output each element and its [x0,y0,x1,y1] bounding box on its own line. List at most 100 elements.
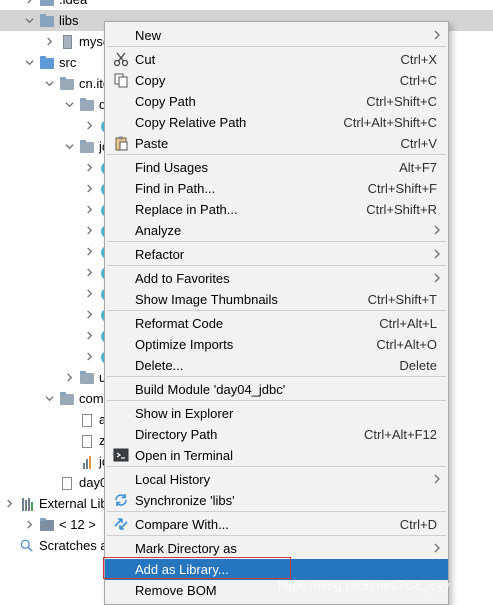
menu-separator [107,154,446,155]
chevron-down-icon[interactable] [64,141,74,151]
chevron-right-icon[interactable] [84,120,94,130]
menu-item-optimize-imports[interactable]: Optimize Imports Ctrl+Alt+O [105,334,448,355]
terminal-icon [113,447,129,463]
chevron-right-icon[interactable] [84,330,94,340]
menu-item-label: Copy [135,73,166,88]
menu-item-copy-relative-path[interactable]: Copy Relative Path Ctrl+Alt+Shift+C [105,112,448,133]
menu-separator [107,46,446,47]
chevron-right-icon[interactable] [4,498,14,508]
menu-item-shortcut: Ctrl+Shift+F [367,181,437,196]
menu-item-show-in-explorer[interactable]: Show in Explorer [105,403,448,424]
chevron-down-icon[interactable] [24,15,34,25]
scissors-icon [113,51,129,67]
menu-item-label: Delete... [135,358,184,373]
package-icon [59,391,75,407]
menu-item-label: Copy Relative Path [135,115,247,130]
menu-item-label: Show in Explorer [135,406,234,421]
package-icon [79,370,95,386]
menu-separator [107,400,446,401]
menu-item-analyze[interactable]: Analyze [105,220,448,241]
chevron-down-icon[interactable] [24,57,34,67]
menu-item-shortcut: Ctrl+D [399,517,437,532]
menu-item-shortcut: Ctrl+Alt+L [379,316,437,331]
package-icon [79,139,95,155]
menu-item-refactor[interactable]: Refactor [105,244,448,265]
chevron-right-icon[interactable] [84,351,94,361]
menu-item-find-usages[interactable]: Find Usages Alt+F7 [105,157,448,178]
chevron-down-icon[interactable] [44,393,54,403]
menu-item-label: Add to Favorites [135,271,230,286]
menu-item-label: Compare With... [135,517,229,532]
menu-item-shortcut: Ctrl+Shift+R [366,202,437,217]
menu-item-label: Synchronize 'libs' [135,493,235,508]
tree-node[interactable]: .idea [0,0,493,10]
libraries-icon [19,496,35,512]
menu-item-label: Open in Terminal [135,448,234,463]
paste-icon [113,135,129,151]
menu-item-label: Find in Path... [135,181,216,196]
menu-separator [107,466,446,467]
chevron-right-icon[interactable] [84,225,94,235]
menu-item-reformat-code[interactable]: Reformat Code Ctrl+Alt+L [105,313,448,334]
copy-icon [113,72,129,88]
menu-item-compare-with[interactable]: Compare With... Ctrl+D [105,514,448,535]
menu-item-show-image-thumbnails[interactable]: Show Image Thumbnails Ctrl+Shift+T [105,289,448,310]
menu-item-copy-path[interactable]: Copy Path Ctrl+Shift+C [105,91,448,112]
menu-item-label: Add as Library... [135,562,229,577]
chevron-right-icon[interactable] [84,204,94,214]
menu-item-open-in-terminal[interactable]: Open in Terminal [105,445,448,466]
chevron-down-icon[interactable] [64,99,74,109]
tree-node-label: < 12 > [59,517,96,532]
menu-item-build-module-day04-jdbc[interactable]: Build Module 'day04_jdbc' [105,379,448,400]
menu-item-label: Replace in Path... [135,202,238,217]
menu-item-shortcut: Ctrl+Shift+T [367,292,437,307]
menu-item-shortcut: Ctrl+Alt+F12 [364,427,437,442]
chevron-right-icon[interactable] [84,267,94,277]
menu-item-mark-directory-as[interactable]: Mark Directory as [105,538,448,559]
menu-item-synchronize-libs[interactable]: Synchronize 'libs' [105,490,448,511]
submenu-arrow-icon [432,542,442,554]
menu-item-find-in-path[interactable]: Find in Path... Ctrl+Shift+F [105,178,448,199]
menu-item-add-as-library[interactable]: Add as Library... [105,559,448,580]
chevron-right-icon[interactable] [44,36,54,46]
tree-node-label: src [59,55,77,70]
chevron-right-icon[interactable] [84,246,94,256]
menu-item-label: Copy Path [135,94,196,109]
chevron-right-icon[interactable] [24,519,34,529]
submenu-arrow-icon [432,248,442,260]
submenu-arrow-icon [432,224,442,236]
menu-item-cut[interactable]: Cut Ctrl+X [105,49,448,70]
context-menu: New Cut Ctrl+X Copy Ctrl+C Copy Path Ctrl+Shif… [104,21,449,605]
folder-icon [39,0,55,8]
menu-item-add-to-favorites[interactable]: Add to Favorites [105,268,448,289]
menu-item-label: Paste [135,136,169,151]
menu-item-shortcut: Ctrl+V [400,136,437,151]
menu-item-paste[interactable]: Paste Ctrl+V [105,133,448,154]
menu-item-directory-path[interactable]: Directory Path Ctrl+Alt+F12 [105,424,448,445]
chevron-right-icon[interactable] [84,162,94,172]
menu-item-shortcut: Ctrl+X [400,52,437,67]
tree-node-label: libs [59,13,79,28]
menu-item-shortcut: Ctrl+Shift+C [366,94,437,109]
chevron-right-icon[interactable] [84,288,94,298]
package-icon [79,97,95,113]
menu-item-delete[interactable]: Delete... Delete [105,355,448,376]
folder-blue-icon [39,55,55,71]
file-icon [79,433,95,449]
properties-icon [79,454,95,470]
menu-item-local-history[interactable]: Local History [105,469,448,490]
file-icon [79,412,95,428]
menu-item-label: Mark Directory as [135,541,237,556]
menu-item-shortcut: Ctrl+Alt+Shift+C [343,115,437,130]
menu-separator [107,310,446,311]
chevron-right-icon[interactable] [64,372,74,382]
chevron-right-icon[interactable] [24,0,34,4]
chevron-right-icon[interactable] [84,183,94,193]
chevron-right-icon[interactable] [84,309,94,319]
menu-item-copy[interactable]: Copy Ctrl+C [105,70,448,91]
menu-separator [107,511,446,512]
menu-item-replace-in-path[interactable]: Replace in Path... Ctrl+Shift+R [105,199,448,220]
menu-item-new[interactable]: New [105,25,448,46]
chevron-down-icon[interactable] [44,78,54,88]
submenu-arrow-icon [432,29,442,41]
